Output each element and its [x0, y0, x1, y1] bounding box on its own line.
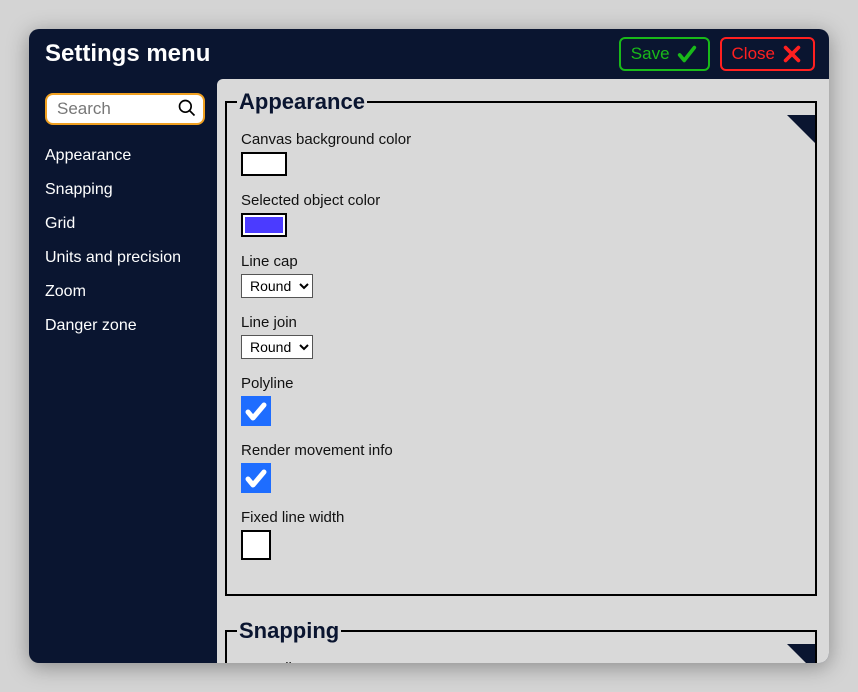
sidebar-item-zoom[interactable]: Zoom: [45, 275, 217, 309]
dialog-title: Settings menu: [45, 40, 210, 68]
settings-dialog: Settings menu Save Close Appearance Snap…: [29, 29, 829, 663]
field-linejoin: Line join Round: [241, 314, 801, 359]
search-wrap: [45, 93, 205, 125]
check-icon: [244, 466, 268, 490]
section-corner-icon: [787, 115, 815, 143]
section-corner-icon: [787, 644, 815, 663]
section-appearance-title: Appearance: [237, 89, 367, 115]
field-polyline: Polyline: [241, 375, 801, 426]
dialog-header: Settings menu Save Close: [29, 29, 829, 79]
canvas-bg-swatch-inner: [245, 156, 283, 172]
fixed-lw-label: Fixed line width: [241, 509, 801, 526]
render-move-label: Render movement info: [241, 442, 801, 459]
selected-color-picker[interactable]: [241, 213, 287, 237]
field-fixed-lw: Fixed line width: [241, 509, 801, 560]
sidebar-item-danger[interactable]: Danger zone: [45, 309, 217, 343]
close-icon: [781, 43, 803, 65]
field-canvas-bg: Canvas background color: [241, 131, 801, 176]
polyline-label: Polyline: [241, 375, 801, 392]
linecap-label: Line cap: [241, 253, 801, 270]
linejoin-select[interactable]: Round: [241, 335, 313, 359]
sidebar-item-grid[interactable]: Grid: [45, 207, 217, 241]
check-icon: [244, 399, 268, 423]
section-snapping: Snapping Snap distance: [225, 618, 817, 663]
polyline-checkbox[interactable]: [241, 396, 271, 426]
section-appearance: Appearance Canvas background color Selec…: [225, 89, 817, 596]
header-buttons: Save Close: [619, 37, 815, 71]
snap-distance-label: Snap distance: [241, 660, 801, 663]
linejoin-label: Line join: [241, 314, 801, 331]
canvas-bg-label: Canvas background color: [241, 131, 801, 148]
render-move-checkbox[interactable]: [241, 463, 271, 493]
field-snap-distance: Snap distance: [241, 660, 801, 663]
selected-color-swatch-inner: [245, 217, 283, 233]
check-icon: [676, 43, 698, 65]
close-button[interactable]: Close: [720, 37, 815, 71]
sidebar-item-snapping[interactable]: Snapping: [45, 173, 217, 207]
linecap-select[interactable]: Round: [241, 274, 313, 298]
selected-color-label: Selected object color: [241, 192, 801, 209]
sidebar-item-units[interactable]: Units and precision: [45, 241, 217, 275]
sidebar: Appearance Snapping Grid Units and preci…: [29, 79, 217, 663]
save-button-label: Save: [631, 44, 670, 64]
save-button[interactable]: Save: [619, 37, 710, 71]
field-render-move: Render movement info: [241, 442, 801, 493]
field-linecap: Line cap Round: [241, 253, 801, 298]
dialog-body: Appearance Snapping Grid Units and preci…: [29, 79, 829, 663]
field-selected-color: Selected object color: [241, 192, 801, 237]
sidebar-item-appearance[interactable]: Appearance: [45, 139, 217, 173]
fixed-lw-checkbox[interactable]: [241, 530, 271, 560]
close-button-label: Close: [732, 44, 775, 64]
canvas-bg-color-picker[interactable]: [241, 152, 287, 176]
section-snapping-title: Snapping: [237, 618, 341, 644]
search-input[interactable]: [45, 93, 205, 125]
content-panel[interactable]: Appearance Canvas background color Selec…: [217, 79, 829, 663]
